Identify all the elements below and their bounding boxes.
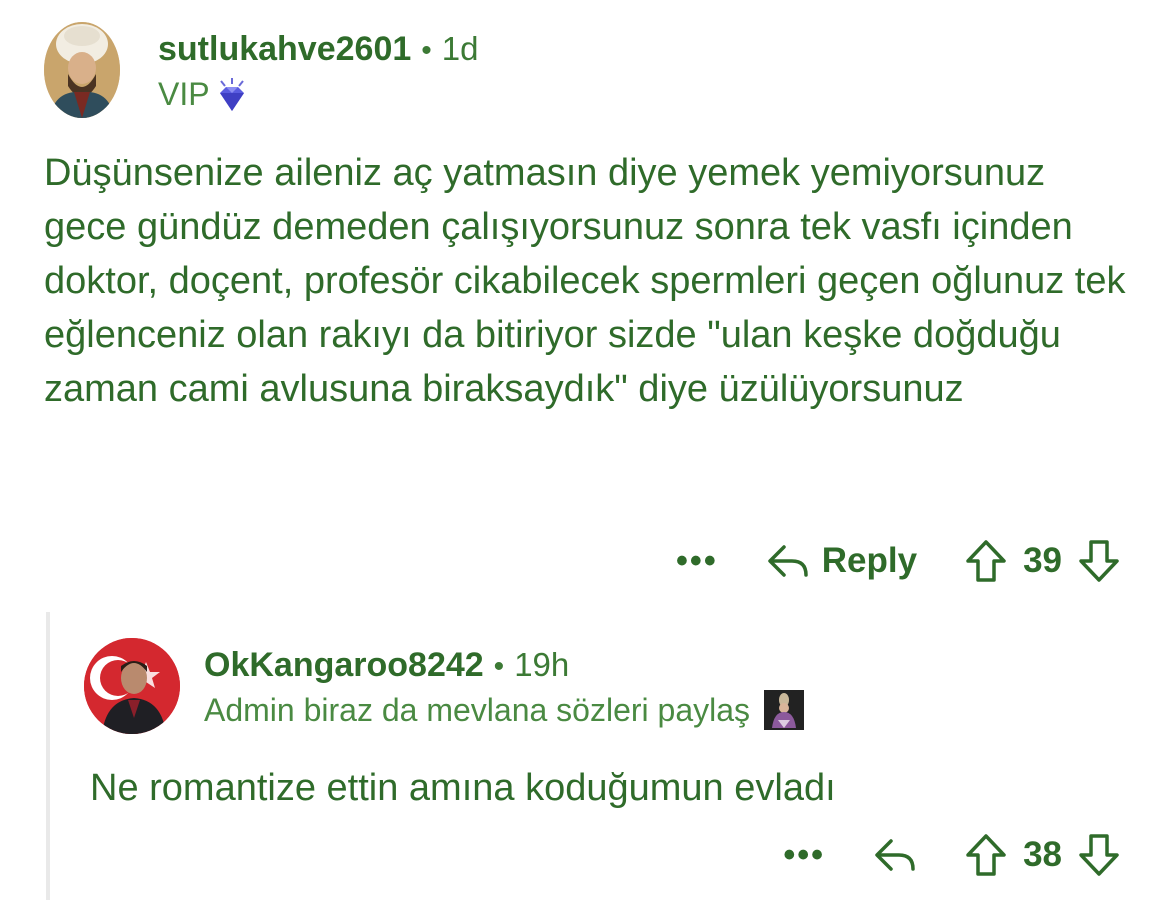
more-options-button[interactable]: ••• bbox=[783, 836, 825, 875]
username[interactable]: OkKangaroo8242 bbox=[204, 646, 484, 684]
username[interactable]: sutlukahve2601 bbox=[158, 30, 411, 68]
diamond-icon bbox=[216, 77, 248, 113]
upvote-button[interactable] bbox=[965, 833, 1007, 877]
reply-label: Reply bbox=[821, 541, 918, 580]
upvote-arrow-icon bbox=[966, 540, 1006, 582]
comment-body: Düşünsenize aileniz aç yatmasın diye yem… bbox=[44, 152, 1126, 410]
comment-meta: OkKangaroo8242 • 19h bbox=[204, 646, 569, 685]
mevlana-icon bbox=[764, 690, 805, 730]
downvote-button[interactable] bbox=[1078, 833, 1120, 877]
upvote-button[interactable] bbox=[965, 539, 1007, 583]
meta-separator: • bbox=[493, 650, 505, 683]
downvote-arrow-icon bbox=[1079, 540, 1119, 582]
user-flair: VIP bbox=[158, 76, 248, 113]
meta-separator: • bbox=[421, 34, 432, 67]
vote-count: 38 bbox=[1023, 835, 1062, 874]
thread-line[interactable] bbox=[46, 612, 50, 900]
avatar[interactable] bbox=[84, 638, 180, 734]
comment-body: Ne romantize ettin amına koduğumun evlad… bbox=[90, 767, 836, 809]
flair-text: Admin biraz da mevlana sözleri paylaş bbox=[204, 691, 751, 728]
comment-actions: ••• Reply 39 bbox=[676, 532, 1120, 590]
user-flair: Admin biraz da mevlana sözleri paylaş bbox=[204, 690, 805, 730]
downvote-button[interactable] bbox=[1078, 539, 1120, 583]
vote-count: 39 bbox=[1023, 541, 1062, 580]
timestamp: 19h bbox=[514, 646, 570, 683]
comment-meta: sutlukahve2601 • 1d bbox=[158, 30, 479, 69]
timestamp: 1d bbox=[441, 30, 479, 67]
reply-arrow-icon bbox=[873, 835, 917, 875]
reply-button[interactable]: Reply bbox=[766, 541, 917, 581]
flair-text: VIP bbox=[158, 76, 210, 112]
downvote-arrow-icon bbox=[1079, 834, 1119, 876]
comment-actions: ••• 38 bbox=[783, 826, 1120, 884]
upvote-arrow-icon bbox=[966, 834, 1006, 876]
reply-arrow-icon bbox=[766, 541, 810, 581]
comment-thread: sutlukahve2601 • 1d VIP Düşünsenize aileni… bbox=[0, 0, 1170, 900]
reply-button[interactable] bbox=[873, 835, 917, 875]
avatar[interactable] bbox=[44, 22, 120, 118]
more-options-button[interactable]: ••• bbox=[676, 542, 718, 581]
